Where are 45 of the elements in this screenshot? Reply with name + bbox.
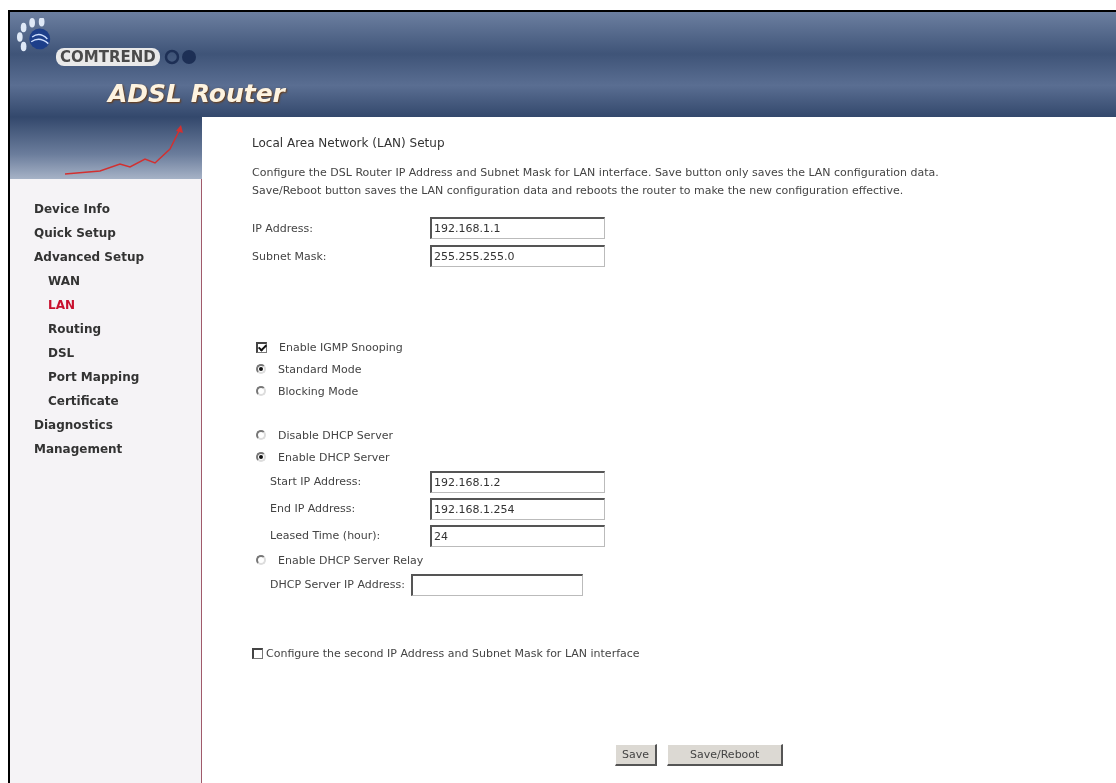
input-field[interactable]: 192.168.1.1	[430, 217, 605, 239]
radio-button[interactable]	[256, 386, 266, 396]
input-field[interactable]: 24	[430, 524, 605, 547]
page-title: Local Area Network (LAN) Setup	[252, 136, 446, 150]
sidebar-item[interactable]: Routing	[48, 317, 101, 341]
sidebar-item[interactable]: WAN	[48, 269, 81, 293]
save-button[interactable]: Save	[615, 744, 657, 766]
option-label: Enable IGMP Snooping	[279, 340, 403, 354]
field-label: Subnet Mask:	[252, 249, 328, 263]
sidebar-item[interactable]: LAN	[48, 293, 75, 317]
sidebar-item[interactable]: Management	[34, 437, 123, 461]
field-label: Leased Time (hour):	[270, 529, 382, 542]
description-text: Save/Reboot button saves the LAN configuration data and reboots the router to make the new configuration effective.	[252, 183, 905, 199]
sidebar-item[interactable]: Quick Setup	[34, 221, 116, 245]
input-field[interactable]: 255.255.255.0	[430, 245, 605, 267]
radio-button[interactable]	[256, 452, 266, 462]
radio-button[interactable]	[256, 430, 266, 440]
sidebar-item[interactable]: Device Info	[34, 197, 110, 221]
field-label: End IP Address:	[270, 502, 357, 515]
option-label: Enable DHCP Server	[278, 450, 390, 464]
checkbox[interactable]	[256, 341, 267, 353]
checkbox[interactable]	[252, 647, 263, 659]
input-field[interactable]	[411, 573, 583, 596]
input-field[interactable]: 192.168.1.254	[430, 497, 605, 520]
option-label: Blocking Mode	[278, 384, 359, 398]
description-text: Configure the DSL Router IP Address and Subnet Mask for LAN interface. Save button only saves the LAN configuration data.	[252, 165, 940, 181]
radio-button[interactable]	[256, 555, 266, 565]
radio-button[interactable]	[256, 364, 266, 374]
sidebar-item[interactable]: Certificate	[48, 389, 119, 413]
sidebar-item[interactable]: Port Mapping	[48, 365, 140, 389]
input-field[interactable]: 192.168.1.2	[430, 470, 605, 493]
option-label: Enable DHCP Server Relay	[278, 553, 424, 567]
company-name: COMTREND	[56, 48, 160, 66]
field-label: DHCP Server IP Address:	[270, 578, 405, 591]
circles-icon	[163, 49, 198, 65]
field-label: Start IP Address:	[270, 475, 363, 488]
sidebar-item[interactable]: Diagnostics	[34, 413, 113, 437]
save-reboot-button[interactable]: Save/Reboot	[667, 744, 784, 766]
product-title: ADSL Router	[108, 79, 285, 108]
option-label: Configure the second IP Address and Subnet Mask for LAN interface	[266, 646, 640, 660]
option-label: Disable DHCP Server	[278, 428, 393, 442]
field-label: IP Address:	[252, 221, 314, 235]
option-label: Standard Mode	[278, 362, 362, 376]
sidebar-item[interactable]: Advanced Setup	[34, 245, 144, 269]
sidebar-item[interactable]: DSL	[48, 341, 75, 365]
